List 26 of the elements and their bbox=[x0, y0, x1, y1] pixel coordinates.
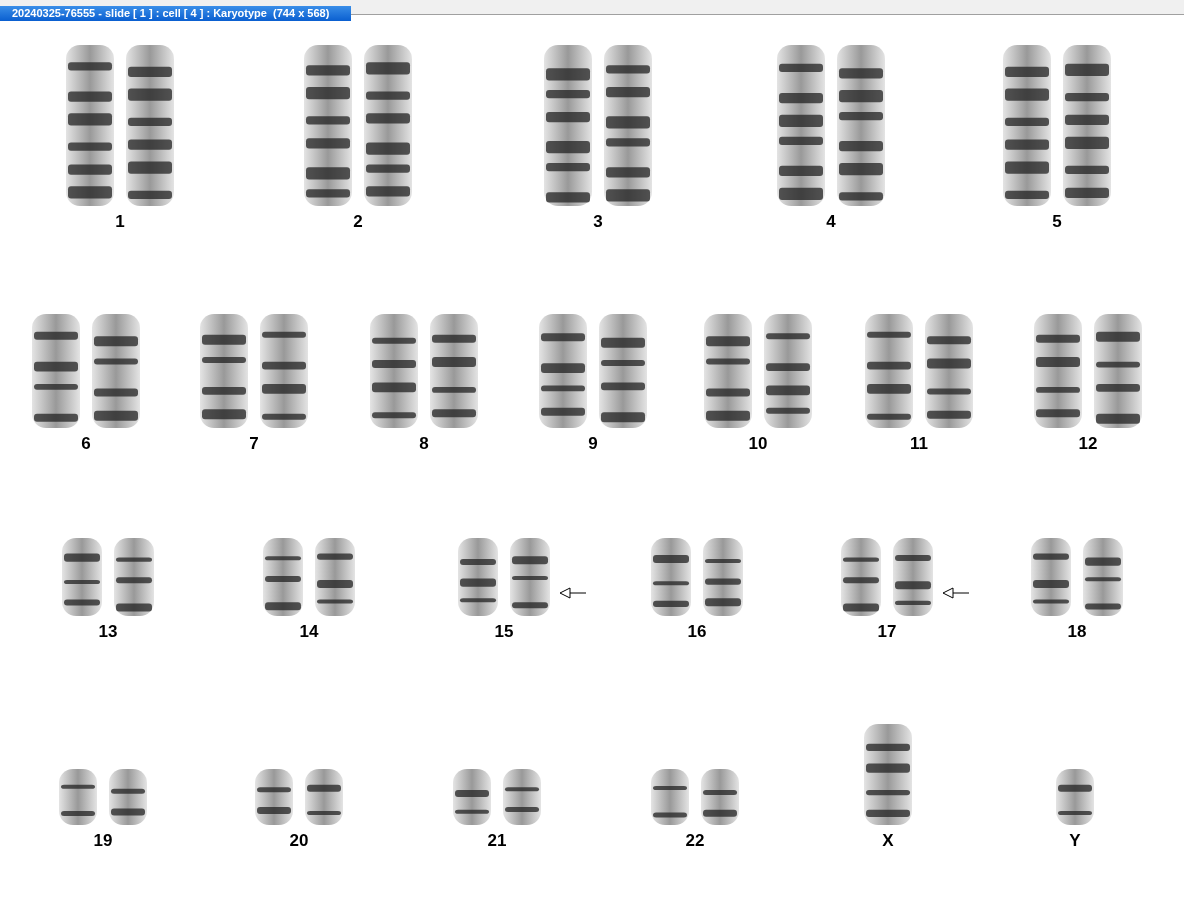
chromosome-label: 5 bbox=[1052, 212, 1062, 232]
chromosome-label: 2 bbox=[353, 212, 363, 232]
chromosome-drawing bbox=[1053, 767, 1097, 827]
chromosome-label: 21 bbox=[487, 831, 507, 851]
chromosome-label: 6 bbox=[81, 434, 91, 454]
chromosome-label: 9 bbox=[588, 434, 598, 454]
chromosome-label: 19 bbox=[93, 831, 113, 851]
chromosome-label: 3 bbox=[593, 212, 603, 232]
chromosome-label: 1 bbox=[115, 212, 125, 232]
chromosome-label: 12 bbox=[1078, 434, 1098, 454]
chromosome-label: 10 bbox=[748, 434, 768, 454]
chromosome-label: X bbox=[882, 831, 894, 851]
window-title: 20240325-76555 - slide [ 1 ] : cell [ 4 ] : Karyotype (744 x 568) bbox=[0, 6, 352, 21]
chromosome-label: 14 bbox=[299, 622, 319, 642]
chromosome-label: 7 bbox=[249, 434, 259, 454]
chromosome-label: 11 bbox=[910, 434, 928, 454]
chromosome-label: 15 bbox=[494, 622, 514, 642]
chromosome-label: Y bbox=[1069, 831, 1081, 851]
chromosome-label: 16 bbox=[687, 622, 707, 642]
chromosome-label: 4 bbox=[826, 212, 836, 232]
chromosome-label: 22 bbox=[685, 831, 705, 851]
chromosome-label: 8 bbox=[419, 434, 429, 454]
chromosome-label: 17 bbox=[877, 622, 897, 642]
chromosome-label: 20 bbox=[289, 831, 309, 851]
chromosome-label: 13 bbox=[98, 622, 118, 642]
chromosome-label: 18 bbox=[1067, 622, 1087, 642]
